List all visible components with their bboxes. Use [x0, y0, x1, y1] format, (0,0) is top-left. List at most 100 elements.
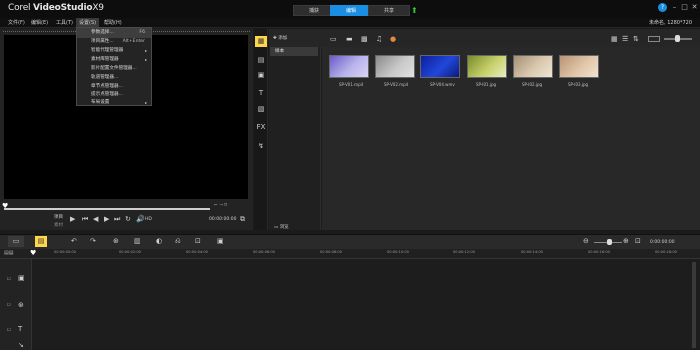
- title-track-icon: T: [18, 325, 23, 333]
- multi-camera-icon[interactable]: ▣: [217, 236, 224, 247]
- item-label: 提示点管理器...: [91, 92, 123, 97]
- thumb-label: SP-I03.jpg: [568, 82, 589, 87]
- instant-project-icon[interactable]: ▤: [255, 55, 267, 66]
- timeline-view-icon[interactable]: ▤: [35, 236, 47, 247]
- zoom-out-icon[interactable]: ⊖: [583, 236, 589, 247]
- library-thumb[interactable]: [559, 55, 599, 78]
- settings-dropdown: 参数选择... F6 项目属性... Alt+Enter 智能代理管理器 ▸ 素材库管…: [76, 27, 152, 106]
- play-icon[interactable]: ▶: [70, 216, 75, 223]
- library-folder-panel: [269, 47, 321, 230]
- item-label: 布局设置: [91, 100, 110, 105]
- project-info: 未命名, 1280*720: [649, 20, 692, 26]
- timeline-scrollbar[interactable]: [692, 262, 696, 348]
- player-timecode[interactable]: 00:00:00:00: [209, 217, 236, 222]
- show-photos-icon[interactable]: ▩: [361, 29, 368, 49]
- playhead-icon[interactable]: ♥: [30, 249, 36, 257]
- sort-icon[interactable]: ⇅: [633, 29, 639, 49]
- mode-clip[interactable]: 素材: [54, 222, 63, 228]
- voice-track-icon: ↘: [18, 341, 24, 349]
- browse-button[interactable]: ▭ 浏览: [274, 224, 289, 230]
- library-thumb[interactable]: [467, 55, 507, 78]
- library-thumb[interactable]: [329, 55, 369, 78]
- subtitle-editor-icon[interactable]: ⊡: [195, 236, 201, 247]
- submenu-arrow-icon: ▸: [144, 100, 147, 105]
- menu-item-layout-settings[interactable]: 布局设置 ▸: [77, 98, 151, 108]
- add-folder-button[interactable]: ✚ 添加: [273, 35, 287, 41]
- ruler-tick: 00:00:12:00: [453, 250, 475, 254]
- minimize-icon[interactable]: –: [670, 3, 679, 12]
- path-icon[interactable]: ↯: [255, 141, 267, 152]
- thumb-size-handle[interactable]: [675, 35, 680, 42]
- scrubber-bar[interactable]: [4, 208, 210, 210]
- zoom-handle[interactable]: [607, 239, 612, 245]
- close-icon[interactable]: ✕: [690, 3, 699, 12]
- timeline-tracks[interactable]: [0, 259, 700, 350]
- overlay-track-icon: ⊛: [18, 301, 24, 309]
- show-effects-icon[interactable]: ●: [390, 29, 396, 49]
- menu-tools[interactable]: 工具(T): [56, 18, 73, 28]
- track-visibility-icon[interactable]: ☐: [7, 302, 11, 307]
- thumbnail-view-icon[interactable]: ▦: [611, 29, 618, 49]
- undo-icon[interactable]: ↶: [71, 236, 77, 247]
- timeline-timecode[interactable]: 0:00:00:00: [650, 240, 675, 245]
- library-thumb[interactable]: [375, 55, 415, 78]
- storyboard-view-icon[interactable]: ▭: [8, 236, 24, 247]
- track-visibility-icon[interactable]: ☐: [7, 327, 11, 332]
- track-buttons-icon[interactable]: ▤▤: [4, 250, 13, 256]
- help-icon[interactable]: ?: [658, 3, 667, 12]
- ruler-tick: 00:00:14:00: [521, 250, 543, 254]
- graphic-icon[interactable]: ▧: [255, 104, 267, 115]
- folder-sample[interactable]: 样本: [270, 47, 318, 56]
- auto-music-icon[interactable]: ◐: [156, 236, 162, 247]
- track-headers: [0, 259, 32, 350]
- tab-capture[interactable]: 捕获: [293, 5, 335, 16]
- sound-mixer-icon[interactable]: ▥: [134, 236, 141, 247]
- item-label: 智能代理管理器: [91, 48, 124, 53]
- tab-share[interactable]: 共享: [368, 5, 410, 16]
- thumb-label: SP-I02.jpg: [522, 82, 543, 87]
- maximize-icon[interactable]: □: [680, 3, 689, 12]
- redo-icon[interactable]: ↷: [90, 236, 96, 247]
- folder-icon[interactable]: ▭: [330, 29, 337, 49]
- hd-toggle[interactable]: HD: [145, 217, 152, 222]
- ruler-tick: 00:00:06:00: [253, 250, 275, 254]
- item-label: 章节点管理器...: [91, 84, 123, 89]
- media-icon[interactable]: ▦: [255, 36, 267, 47]
- item-label: 影片配置文件管理器...: [91, 66, 137, 71]
- ruler-tick: 00:00:10:00: [387, 250, 409, 254]
- scrubber-handle[interactable]: ♥: [2, 203, 8, 210]
- track-visibility-icon[interactable]: ☐: [7, 276, 11, 281]
- thumb-label: SP-V01.mp4: [339, 82, 364, 87]
- tab-edit[interactable]: 编辑: [330, 5, 372, 16]
- fit-project-icon[interactable]: ⊡: [635, 236, 641, 247]
- item-label: 素材库管理器: [91, 57, 119, 62]
- menu-file[interactable]: 文件(F): [8, 18, 25, 28]
- trim-markers-icon[interactable]: ⌐ ¬ ⌑: [214, 203, 227, 208]
- filter-icon[interactable]: FX: [255, 122, 267, 133]
- record-capture-icon[interactable]: ⊛: [113, 236, 119, 247]
- snapshot-icon[interactable]: ⧉: [240, 216, 245, 223]
- ruler-tick: 00:00:02:00: [119, 250, 141, 254]
- repeat-icon[interactable]: ↻: [125, 216, 131, 223]
- video-track-icon: ▣: [18, 274, 25, 282]
- thumb-size-box[interactable]: [648, 36, 660, 42]
- prev-frame-icon[interactable]: ◀: [93, 216, 98, 223]
- end-icon[interactable]: ⏭: [114, 216, 120, 223]
- volume-icon[interactable]: 🔊: [136, 216, 145, 223]
- ruler-tick: 00:00:18:00: [655, 250, 677, 254]
- library-thumb[interactable]: [420, 55, 460, 78]
- home-icon[interactable]: ⏮: [82, 216, 88, 223]
- list-view-icon[interactable]: ☰: [622, 29, 628, 49]
- transition-icon[interactable]: ▣: [255, 70, 267, 81]
- show-audio-icon[interactable]: ♫: [376, 29, 382, 49]
- upload-icon[interactable]: ⬆: [411, 7, 419, 15]
- library-thumb[interactable]: [513, 55, 553, 78]
- title-icon[interactable]: T: [255, 88, 267, 99]
- ruler-tick: 00:00:08:00: [320, 250, 342, 254]
- next-frame-icon[interactable]: ▶: [104, 216, 109, 223]
- menu-edit[interactable]: 编辑(E): [31, 18, 48, 28]
- motion-tracking-icon[interactable]: ⎌: [175, 236, 181, 247]
- show-videos-icon[interactable]: ▬: [346, 29, 353, 49]
- zoom-in-icon[interactable]: ⊕: [623, 236, 629, 247]
- mode-project[interactable]: 项目: [54, 214, 63, 220]
